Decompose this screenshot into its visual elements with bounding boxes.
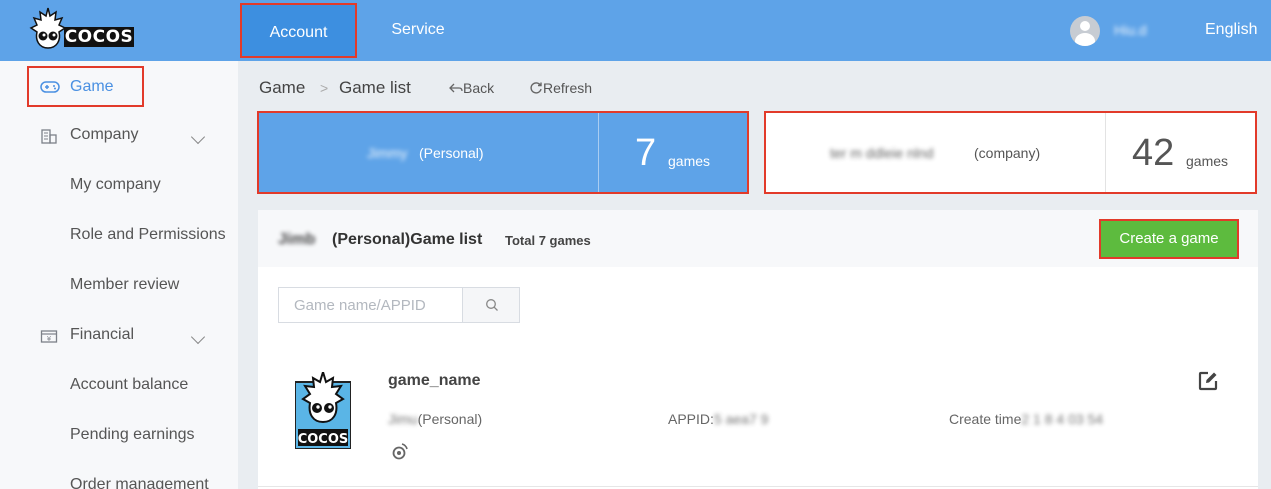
back-arrow-icon (449, 83, 463, 93)
game-list-title: (Personal)Game list (332, 231, 483, 248)
sidebar-item-financial[interactable]: ¥ Financial (0, 315, 238, 355)
game-icon: COCOS (294, 368, 352, 450)
building-icon (40, 128, 60, 144)
sidebar-item-company[interactable]: Company (0, 115, 238, 155)
refresh-button[interactable]: Refresh (529, 78, 592, 98)
sidebar-item-label: My company (70, 176, 161, 193)
language-switch[interactable]: English (1205, 20, 1257, 40)
sidebar-item-label: Account balance (70, 376, 189, 393)
game-icon-wordmark: COCOS (298, 432, 349, 447)
sidebar-item-label: Role and Permissions (70, 226, 226, 243)
game-list-header: Jimb (Personal)Game list Total 7 games C… (258, 210, 1258, 267)
search-icon (486, 299, 498, 311)
sidebar-item-label: Financial (70, 326, 135, 343)
game-name[interactable]: game_name (388, 371, 481, 391)
search-button[interactable] (462, 287, 520, 323)
game-appid: APPID:5 aea7 9 (668, 409, 768, 429)
game-create-label: Create time (949, 411, 1022, 427)
game-create-value: 2 1 8 4 03 54 (1021, 411, 1104, 427)
back-button[interactable]: Back (449, 78, 494, 98)
sidebar-item-member-review[interactable]: Member review (0, 265, 238, 305)
create-game-button[interactable]: Create a game (1099, 219, 1239, 259)
breadcrumb-separator: > (320, 80, 329, 96)
game-list-owner: Jimb (278, 231, 316, 248)
game-owner: Jimu(Personal) (388, 409, 482, 429)
gamepad-icon (40, 79, 60, 95)
user-avatar[interactable] (1070, 16, 1100, 46)
company-game-unit: games (1186, 153, 1229, 169)
chevron-down-icon (190, 329, 206, 345)
search-input[interactable] (278, 287, 463, 323)
refresh-label: Refresh (543, 80, 593, 96)
refresh-icon (530, 82, 542, 94)
personal-game-unit: games (668, 153, 711, 169)
username[interactable]: Hiu.d (1114, 20, 1166, 40)
sidebar-item-order-management[interactable]: Order management (0, 465, 238, 489)
cocos-mascot-icon (29, 7, 67, 49)
company-account-name: ter m ddleie nlnd (830, 145, 934, 161)
nav-tab-service[interactable]: Service (372, 0, 464, 61)
nav-tab-account[interactable]: Account (240, 3, 357, 58)
sidebar-item-label: Game (70, 78, 114, 95)
personal-game-count: 7 (635, 132, 657, 174)
sidebar-item-label: Company (70, 126, 139, 143)
sidebar-item-label: Member review (70, 276, 180, 293)
sidebar-item-game[interactable]: Game (27, 66, 144, 107)
sidebar-item-label: Pending earnings (70, 426, 195, 443)
game-create-time: Create time2 1 8 4 03 54 (949, 409, 1103, 429)
personal-account-name: Jimmy (367, 145, 408, 161)
game-appid-label: APPID: (668, 411, 714, 427)
game-owner-type: (Personal) (417, 411, 483, 427)
sidebar-item-account-balance[interactable]: Account balance (0, 365, 238, 405)
svg-text:¥: ¥ (47, 335, 52, 343)
personal-account-card[interactable]: Jimmy (Personal) 7 games (257, 111, 749, 194)
top-navigation-bar: COCOS Account Service Hiu.d English (0, 0, 1271, 61)
game-appid-value: 5 aea7 9 (713, 411, 769, 427)
sidebar-item-my-company[interactable]: My company (0, 165, 238, 205)
sidebar-item-pending-earnings[interactable]: Pending earnings (0, 415, 238, 455)
breadcrumb-game-list: Game list (339, 78, 411, 97)
game-list-total: Total 7 games (505, 233, 591, 248)
cocos-logo[interactable]: COCOS (28, 6, 138, 52)
personal-account-type: (Personal) (419, 145, 484, 161)
game-list-panel: Jimb (Personal)Game list Total 7 games C… (258, 210, 1258, 489)
logo-wordmark: COCOS (64, 27, 134, 47)
online-service-icon (391, 442, 409, 460)
company-game-count: 42 (1132, 132, 1175, 174)
sidebar: Game Company My company Role and Permiss… (0, 61, 238, 489)
yen-register-icon: ¥ (40, 328, 60, 344)
company-account-type: (company) (974, 145, 1041, 161)
breadcrumb-game[interactable]: Game (259, 77, 305, 99)
game-owner-name: Jimu (388, 411, 418, 427)
game-list-item[interactable]: COCOS game_name Jimu(Personal) APPID:5 a… (258, 356, 1258, 489)
back-label: Back (463, 80, 495, 96)
sidebar-item-role-permissions[interactable]: Role and Permissions (0, 215, 238, 255)
company-account-card[interactable]: ter m ddleie nlnd (company) 42 games (764, 111, 1257, 194)
chevron-down-icon (190, 129, 206, 145)
edit-icon[interactable] (1197, 370, 1219, 392)
sidebar-item-label: Order management (70, 476, 209, 489)
